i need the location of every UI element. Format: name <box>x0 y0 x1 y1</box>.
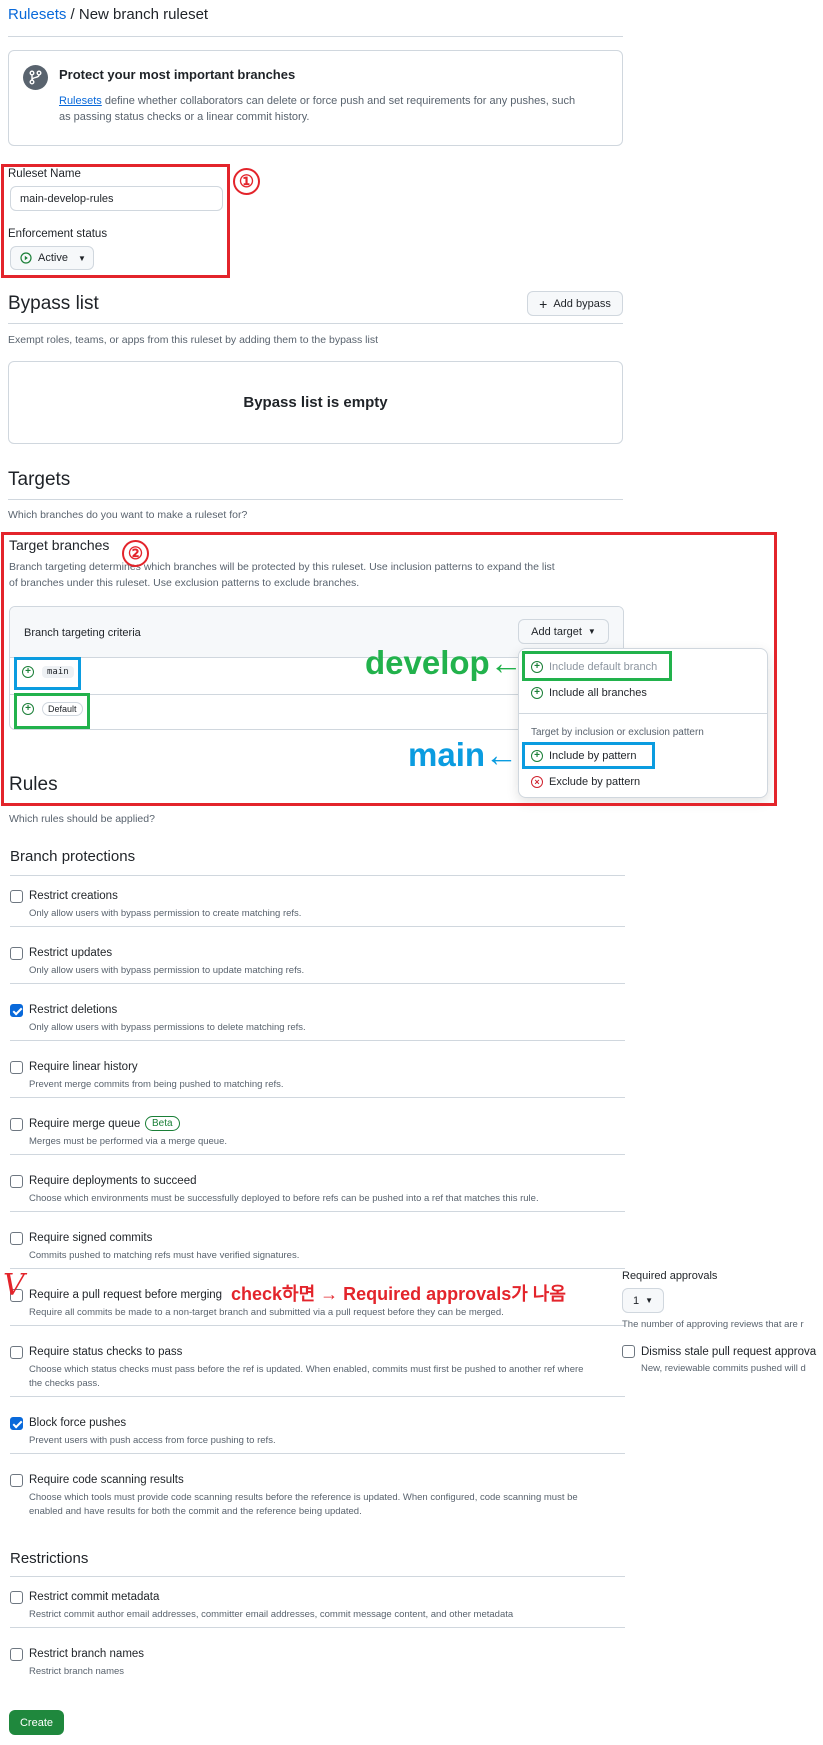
annotation-number-2: ② <box>122 540 149 567</box>
rule-divider <box>10 1325 625 1326</box>
rules-description: Which rules should be applied? <box>9 813 155 825</box>
rule-title: Require status checks to pass <box>29 1346 183 1358</box>
rule-title: Require code scanning results <box>29 1474 184 1486</box>
annotation-check-note: check하면 → Required approvals가 나옴 <box>231 1284 566 1304</box>
banner-text-2: as passing status checks or a linear com… <box>59 111 310 123</box>
rule-description: Choose which tools must provide code sca… <box>29 1492 578 1503</box>
rule-divider <box>10 1627 625 1628</box>
targets-description: Which branches do you want to make a rul… <box>8 509 248 521</box>
required-approvals-value: 1 <box>632 1294 640 1307</box>
rule-description: Choose which status checks must pass bef… <box>29 1364 584 1375</box>
rule-divider <box>10 983 625 984</box>
restriction-title: Restrict branch names <box>29 1648 145 1660</box>
rule-checkbox[interactable] <box>10 1346 23 1359</box>
restrictions-heading: Restrictions <box>10 1550 89 1567</box>
rule-checkbox[interactable] <box>10 1417 23 1430</box>
required-approvals-select[interactable]: 1 ▼ <box>622 1288 664 1313</box>
plus-icon: + <box>539 295 548 312</box>
rule-description: Commits pushed to matching refs must hav… <box>29 1250 300 1261</box>
rule-divider <box>10 1396 625 1397</box>
bypass-empty-box: Bypass list is empty <box>8 361 623 444</box>
protections-divider <box>10 875 625 876</box>
rule-description: Only allow users with bypass permission … <box>29 965 305 976</box>
banner-rulesets-link[interactable]: Rulesets <box>59 95 102 107</box>
restriction-description: Restrict commit author email addresses, … <box>29 1609 514 1620</box>
rule-checkbox[interactable] <box>10 1004 23 1017</box>
rule-divider <box>10 926 625 927</box>
rule-checkbox[interactable] <box>10 1118 23 1131</box>
dismiss-stale-description: New, reviewable commits pushed will d <box>641 1363 806 1374</box>
banner-text: Rulesets define whether collaborators ca… <box>59 93 619 125</box>
rule-checkbox[interactable] <box>10 1175 23 1188</box>
required-approvals-description: The number of approving reviews that are… <box>622 1319 804 1330</box>
rule-description-2: the checks pass. <box>29 1378 100 1389</box>
rule-title: Require a pull request before merging <box>29 1289 223 1301</box>
rule-title: Block force pushes <box>29 1417 127 1429</box>
rule-description: Only allow users with bypass permissions… <box>29 1022 306 1033</box>
rule-description: Require all commits be made to a non-tar… <box>29 1307 504 1318</box>
annotation-develop-label: develop← <box>365 644 523 681</box>
rule-checkbox[interactable] <box>10 1061 23 1074</box>
restrictions-divider <box>10 1576 625 1577</box>
rule-title: Restrict updates <box>29 947 113 959</box>
create-button[interactable]: Create <box>9 1710 64 1735</box>
rule-divider <box>10 1268 625 1269</box>
bypass-description: Exempt roles, teams, or apps from this r… <box>8 334 379 346</box>
annotation-checkmark: V <box>3 1268 25 1303</box>
rule-description-2: enabled and have results for both the co… <box>29 1506 362 1517</box>
breadcrumb-divider <box>8 36 623 37</box>
breadcrumb-rulesets-link[interactable]: Rulesets <box>8 6 66 23</box>
bypass-divider <box>8 323 623 324</box>
rule-title: Require merge queue <box>29 1118 141 1130</box>
add-bypass-label: Add bypass <box>553 297 611 310</box>
rule-description: Prevent users with push access from forc… <box>29 1435 276 1446</box>
rule-checkbox[interactable] <box>10 947 23 960</box>
rule-divider <box>10 1040 625 1041</box>
info-banner: Protect your most important branches Rul… <box>8 50 623 146</box>
rule-description: Choose which environments must be succes… <box>29 1193 539 1204</box>
required-approvals-label: Required approvals <box>622 1270 718 1282</box>
annotation-main-label: main← <box>408 736 519 773</box>
rule-divider <box>10 1097 625 1098</box>
rule-description: Only allow users with bypass permission … <box>29 908 302 919</box>
branch-icon <box>23 65 48 90</box>
dismiss-stale-title: Dismiss stale pull request approva <box>641 1346 817 1358</box>
rule-description: Prevent merge commits from being pushed … <box>29 1079 284 1090</box>
create-button-label: Create <box>19 1716 54 1729</box>
banner-text-1: define whether collaborators can delete … <box>101 95 576 107</box>
bypass-heading: Bypass list <box>8 293 99 314</box>
bypass-empty-text: Bypass list is empty <box>243 394 388 411</box>
dismiss-stale-checkbox[interactable] <box>622 1345 635 1358</box>
rule-divider <box>10 1211 625 1212</box>
annotation-number-1: ① <box>233 168 260 195</box>
rule-checkbox[interactable] <box>10 1232 23 1245</box>
restriction-title: Restrict commit metadata <box>29 1591 160 1603</box>
breadcrumb-separator: / <box>70 6 75 23</box>
rule-title: Require linear history <box>29 1061 138 1073</box>
rule-description: Merges must be performed via a merge que… <box>29 1136 228 1147</box>
rule-checkbox[interactable] <box>10 890 23 903</box>
restriction-checkbox[interactable] <box>10 1648 23 1661</box>
restriction-description: Restrict branch names <box>29 1666 125 1677</box>
rule-title: Require signed commits <box>29 1232 153 1244</box>
banner-title: Protect your most important branches <box>59 67 296 82</box>
breadcrumb: Rulesets / New branch ruleset <box>8 6 208 23</box>
targets-heading: Targets <box>8 469 71 490</box>
branch-protections-heading: Branch protections <box>10 848 136 865</box>
page-title: New branch ruleset <box>78 6 209 23</box>
rule-title: Restrict deletions <box>29 1004 118 1016</box>
targets-divider <box>8 499 623 500</box>
rule-title: Restrict creations <box>29 890 118 902</box>
caret-down-icon: ▼ <box>645 1296 654 1305</box>
rule-checkbox[interactable] <box>10 1474 23 1487</box>
rule-divider <box>10 1453 625 1454</box>
rules-heading: Rules <box>9 774 58 795</box>
add-bypass-button[interactable]: + Add bypass <box>527 291 623 316</box>
beta-badge: Beta <box>145 1116 180 1131</box>
rule-title: Require deployments to succeed <box>29 1175 197 1187</box>
rule-divider <box>10 1154 625 1155</box>
annotation-box-ruleset <box>1 164 230 278</box>
restriction-checkbox[interactable] <box>10 1591 23 1604</box>
